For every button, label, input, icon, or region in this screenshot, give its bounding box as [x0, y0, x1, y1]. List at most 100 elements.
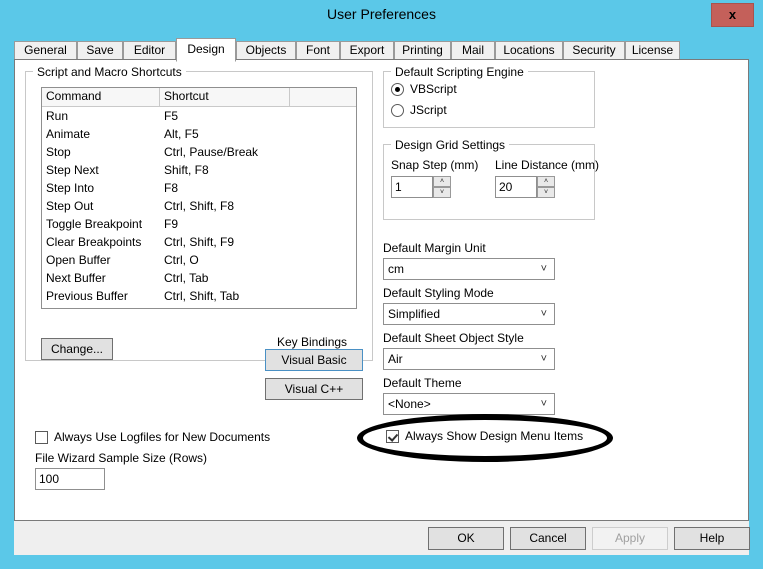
cell-shortcut: F5: [164, 109, 179, 123]
table-header-row: Command Shortcut: [42, 88, 356, 107]
script-macro-shortcuts-legend: Script and Macro Shortcuts: [33, 65, 186, 79]
cell-command: Animate: [46, 127, 91, 141]
table-row[interactable]: Step Next Shift, F8: [42, 161, 356, 179]
snap-step-stepper[interactable]: 1 ˄ ˅: [391, 176, 451, 198]
tab-export[interactable]: Export: [340, 41, 394, 60]
cell-command: Step Next: [46, 163, 99, 177]
table-row[interactable]: Previous Buffer Ctrl, Shift, Tab: [42, 287, 356, 305]
chevron-down-icon[interactable]: ˅: [541, 394, 547, 414]
table-row[interactable]: Open Buffer Ctrl, O: [42, 251, 356, 269]
radio-indicator[interactable]: [391, 104, 404, 117]
tab-label: Printing: [402, 43, 443, 57]
default-theme-select[interactable]: <None> ˅: [383, 393, 555, 415]
cell-command: Run: [46, 109, 69, 123]
tab-font[interactable]: Font: [296, 41, 340, 60]
chevron-down-icon[interactable]: ˅: [537, 187, 555, 198]
table-row[interactable]: Run F5: [42, 107, 356, 125]
cell-shortcut: Ctrl, Tab: [164, 271, 209, 285]
selected-value: cm: [388, 262, 404, 276]
ok-button[interactable]: OK: [428, 527, 504, 550]
tab-label: Export: [349, 43, 385, 57]
cell-shortcut: F8: [164, 181, 179, 195]
file-wizard-sample-size-input[interactable]: 100: [35, 468, 105, 490]
default-sheet-object-style-select[interactable]: Air ˅: [383, 348, 555, 370]
default-margin-unit-label: Default Margin Unit: [383, 241, 486, 255]
stepper-buttons: ˄ ˅: [433, 176, 451, 198]
table-row[interactable]: Stop Ctrl, Pause/Break: [42, 143, 356, 161]
tab-objects[interactable]: Objects: [236, 41, 296, 60]
change-button[interactable]: Change...: [41, 338, 113, 360]
window-title: User Preferences: [327, 6, 436, 22]
tab-label: Editor: [133, 43, 166, 57]
line-distance-input[interactable]: 20: [495, 176, 537, 198]
column-header-command[interactable]: Command: [42, 88, 160, 106]
tab-mail[interactable]: Mail: [451, 41, 495, 60]
checkbox-label: Always Show Design Menu Items: [405, 429, 584, 443]
design-tab-panel: Script and Macro Shortcuts Command Short…: [14, 59, 749, 521]
table-row[interactable]: Step Out Ctrl, Shift, F8: [42, 197, 356, 215]
column-header-blank[interactable]: [290, 88, 356, 106]
cell-shortcut: Ctrl, Shift, Tab: [164, 289, 240, 303]
cell-shortcut: Alt, F5: [164, 127, 199, 141]
user-preferences-dialog: User Preferences x General Save Editor D…: [0, 0, 763, 569]
chevron-down-icon[interactable]: ˅: [541, 259, 547, 279]
default-styling-mode-select[interactable]: Simplified ˅: [383, 303, 555, 325]
default-margin-unit-select[interactable]: cm ˅: [383, 258, 555, 280]
tab-license[interactable]: License: [625, 41, 680, 60]
checkbox-indicator[interactable]: [35, 431, 48, 444]
help-button[interactable]: Help: [674, 527, 750, 550]
selected-value: <None>: [388, 397, 431, 411]
tab-label: Font: [305, 43, 330, 57]
snap-step-input[interactable]: 1: [391, 176, 433, 198]
selected-value: Simplified: [388, 307, 441, 321]
title-bar: User Preferences x: [0, 0, 763, 30]
cell-command: Open Buffer: [46, 253, 111, 267]
checkbox-indicator[interactable]: [386, 430, 399, 443]
line-distance-stepper[interactable]: 20 ˄ ˅: [495, 176, 555, 198]
shortcuts-table[interactable]: Command Shortcut Run F5 Animate Alt, F5 …: [41, 87, 357, 309]
cell-command: Stop: [46, 145, 71, 159]
radio-label: JScript: [410, 103, 447, 117]
table-row[interactable]: Next Buffer Ctrl, Tab: [42, 269, 356, 287]
table-row[interactable]: Step Into F8: [42, 179, 356, 197]
cancel-button[interactable]: Cancel: [510, 527, 586, 550]
default-sheet-object-style-label: Default Sheet Object Style: [383, 331, 524, 345]
cell-command: Next Buffer: [46, 271, 106, 285]
chevron-down-icon[interactable]: ˅: [541, 304, 547, 324]
cell-shortcut: Ctrl, Shift, F8: [164, 199, 235, 213]
tab-general[interactable]: General: [14, 41, 77, 60]
chevron-up-icon[interactable]: ˄: [537, 176, 555, 187]
cell-command: Step Out: [46, 199, 94, 213]
chevron-down-icon[interactable]: ˅: [433, 187, 451, 198]
tab-save[interactable]: Save: [77, 41, 123, 60]
tab-security[interactable]: Security: [563, 41, 625, 60]
stepper-buttons: ˄ ˅: [537, 176, 555, 198]
default-scripting-engine-legend: Default Scripting Engine: [391, 65, 528, 79]
tab-locations[interactable]: Locations: [495, 41, 563, 60]
table-row[interactable]: Toggle Breakpoint F9: [42, 215, 356, 233]
chevron-up-icon[interactable]: ˄: [433, 176, 451, 187]
visual-cpp-button[interactable]: Visual C++: [265, 378, 363, 400]
default-theme-label: Default Theme: [383, 376, 462, 390]
column-header-shortcut[interactable]: Shortcut: [160, 88, 290, 106]
tab-label: Design: [187, 42, 225, 56]
tab-label: Objects: [245, 43, 287, 57]
table-row[interactable]: Clear Breakpoints Ctrl, Shift, F9: [42, 233, 356, 251]
tab-printing[interactable]: Printing: [394, 41, 451, 60]
design-grid-settings-legend: Design Grid Settings: [391, 138, 510, 152]
tab-design[interactable]: Design: [176, 38, 236, 62]
tab-label: Save: [86, 43, 114, 57]
tab-label: General: [24, 43, 67, 57]
close-icon[interactable]: x: [711, 3, 754, 27]
file-wizard-sample-size-label: File Wizard Sample Size (Rows): [35, 451, 208, 465]
table-row[interactable]: Animate Alt, F5: [42, 125, 356, 143]
visual-basic-button[interactable]: Visual Basic: [265, 349, 363, 371]
radio-indicator[interactable]: [391, 83, 404, 96]
default-scripting-engine-group: [383, 71, 595, 128]
chevron-down-icon[interactable]: ˅: [541, 349, 547, 369]
apply-button: Apply: [592, 527, 668, 550]
default-styling-mode-label: Default Styling Mode: [383, 286, 494, 300]
cell-shortcut: Ctrl, Pause/Break: [164, 145, 259, 159]
tab-editor[interactable]: Editor: [123, 41, 176, 60]
selected-value: Air: [388, 352, 403, 366]
